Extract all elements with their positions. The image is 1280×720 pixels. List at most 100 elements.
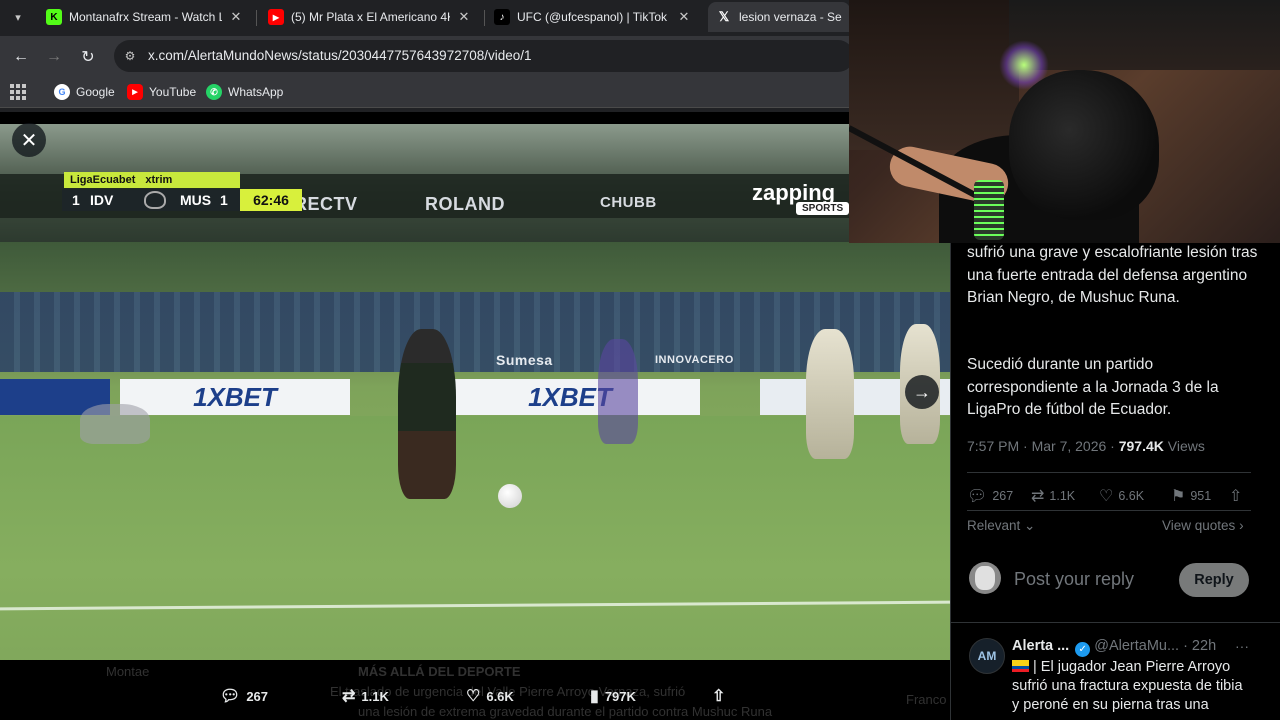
close-icon[interactable]: ✕ (12, 123, 46, 157)
bookmark-label: WhatsApp (228, 85, 284, 99)
tab-strip: ▾ K Montanafrx Stream - Watch Live ✕ ▶ (… (0, 0, 850, 34)
tab-montanafrx[interactable]: K Montanafrx Stream - Watch Live ✕ (38, 2, 252, 32)
forward-icon[interactable]: → (41, 44, 67, 70)
tab-close-icon[interactable]: ✕ (676, 9, 692, 25)
video-views[interactable]: ▮ 797K (590, 686, 636, 706)
screen: ▾ K Montanafrx Stream - Watch Live ✕ ▶ (… (0, 0, 1280, 720)
bookmarks-bar: G Google ▶ YouTube ✆ WhatsApp (0, 76, 850, 108)
bookmark-button[interactable]: ⚑ 951 (1171, 486, 1211, 506)
webcam-overlay (849, 0, 1280, 243)
bookmark-google[interactable]: G Google (54, 82, 115, 102)
reposts-count: 1.1K (361, 688, 389, 704)
reply-button[interactable]: 💬︎ 267 (967, 486, 1013, 506)
video-likes[interactable]: ♡ 6.6K (466, 686, 514, 706)
video-replies[interactable]: 💬︎ 267 (220, 686, 268, 706)
tab-close-icon[interactable]: ✕ (456, 9, 472, 25)
pitch-grass (0, 416, 950, 672)
tweet-pane: sufrió una grave y escalofriante lesión … (950, 242, 1280, 720)
ad-board: INNOVACERO (655, 354, 734, 366)
crest-icon (144, 191, 166, 209)
arrow-right-icon[interactable]: → (905, 375, 939, 409)
divider (951, 622, 1280, 623)
tweet-text: Sucedió durante un partido correspondien… (967, 356, 1219, 418)
repost-icon: ⇄ (1031, 488, 1045, 505)
ad-board: 1XBET (440, 379, 700, 415)
reply-time: · 22h (1183, 638, 1217, 654)
tab-close-icon[interactable]: ✕ (228, 9, 244, 25)
chevron-right-icon: › (1235, 518, 1244, 533)
player (598, 339, 638, 444)
tab-search-dropdown-icon[interactable]: ▾ (6, 6, 30, 28)
sponsor-name: xtrim (145, 174, 173, 186)
tab-x-search[interactable]: 𝕏 lesion vernaza - Search (708, 2, 850, 32)
x-icon: 𝕏 (718, 9, 730, 24)
reply-text: | El jugador Jean Pierre Arroyo sufrió u… (1012, 659, 1243, 713)
tweet-actions: 💬︎ 267 ⇄ 1.1K ♡ 6.6K ⚑ 951 ⇧ (967, 486, 1251, 506)
ghost-section: MÁS ALLÁ DEL DEPORTE (358, 664, 521, 679)
site-settings-icon[interactable]: ⚙ (122, 48, 138, 64)
bookmark-count: 951 (1190, 489, 1212, 503)
bookmark-youtube[interactable]: ▶ YouTube (127, 82, 196, 102)
quotes-label: View quotes (1162, 518, 1236, 533)
tweet-views-label: Views (1163, 438, 1205, 454)
share-button[interactable]: ⇧ (1229, 486, 1247, 506)
sort-label: Relevant (967, 518, 1021, 533)
google-icon: G (54, 84, 70, 100)
address-bar[interactable]: ⚙ x.com/AlertaMundoNews/status/203044775… (114, 40, 854, 72)
scorebug-row: 1 IDV MUS 1 (62, 189, 240, 211)
reply-input[interactable]: Post your reply (1014, 569, 1134, 590)
ad-board: Sumesa (496, 352, 553, 368)
view-quotes-link[interactable]: View quotes › (1162, 518, 1244, 533)
replies-count: 267 (246, 688, 269, 704)
views-count: 797K (604, 688, 636, 704)
youtube-icon: ▶ (127, 84, 143, 100)
back-icon[interactable]: ← (8, 44, 34, 70)
ad-board: ROLAND (425, 194, 505, 214)
reply-author-avatar[interactable]: AM (969, 638, 1005, 674)
like-button[interactable]: ♡ 6.6K (1099, 486, 1144, 506)
bookmark-label: YouTube (149, 85, 197, 99)
away-team: MUS (180, 192, 212, 208)
reply-author-handle[interactable]: @AlertaMu... (1094, 638, 1179, 654)
video-player[interactable]: DIRECTV ROLAND CHUBB 1XBET 1XBET Sumesa … (0, 112, 950, 720)
ecuador-flag-icon (1012, 660, 1029, 672)
home-score: 1 (72, 192, 80, 208)
repost-button[interactable]: ⇄ 1.1K (1031, 486, 1075, 506)
away-score: 1 (220, 192, 228, 208)
tab-tiktok[interactable]: ♪ UFC (@ufcespanol) | TikTok ✕ (486, 2, 700, 32)
webcam-person-head (1009, 70, 1159, 220)
ghost-right: Franco (906, 692, 947, 707)
reload-icon[interactable]: ↻ (75, 44, 101, 70)
video-share[interactable]: ⇧ (712, 686, 731, 706)
bookmark-whatsapp[interactable]: ✆ WhatsApp (206, 82, 283, 102)
more-options-icon[interactable]: ··· (1235, 638, 1249, 654)
ghost-author: Montae (106, 664, 150, 679)
verified-icon: ✓ (1075, 642, 1091, 657)
tweet-timestamp[interactable]: 7:57 PM · Mar 7, 2026 · (967, 438, 1119, 454)
chevron-down-icon: ⌄ (1020, 518, 1036, 533)
sort-dropdown[interactable]: Relevant ⌄ (967, 518, 1035, 534)
scorebug-header: LigaEcuabet xtrim (64, 172, 240, 188)
heart-icon: ♡ (466, 688, 481, 705)
repost-count: 1.1K (1049, 489, 1076, 503)
kick-icon: K (46, 9, 62, 25)
tab-divider (256, 10, 257, 26)
reply-author-name[interactable]: Alerta ... (1012, 638, 1069, 654)
url-text[interactable]: x.com/AlertaMundoNews/status/20304477576… (148, 48, 532, 63)
tweet-text: sufrió una grave y escalofriante lesión … (967, 244, 1258, 306)
channel-logo-sub: SPORTS (796, 202, 850, 215)
likes-count: 6.6K (486, 688, 514, 704)
player (80, 404, 150, 444)
tab-title: UFC (@ufcespanol) | TikTok (517, 10, 668, 24)
player (806, 329, 854, 459)
youtube-icon: ▶ (268, 9, 284, 25)
repost-icon: ⇄ (342, 688, 356, 705)
tiktok-icon: ♪ (494, 9, 510, 25)
ad-board: 1XBET (120, 379, 350, 415)
tab-divider (484, 10, 485, 26)
video-reposts[interactable]: ⇄ 1.1K (342, 686, 389, 706)
apps-grid-icon[interactable] (10, 84, 26, 100)
reply-body: | El jugador Jean Pierre Arroyo sufrió u… (1012, 658, 1252, 715)
tab-youtube[interactable]: ▶ (5) Mr Plata x El Americano 4K ✕ (260, 2, 480, 32)
reply-submit-button[interactable]: Reply (1179, 563, 1249, 597)
